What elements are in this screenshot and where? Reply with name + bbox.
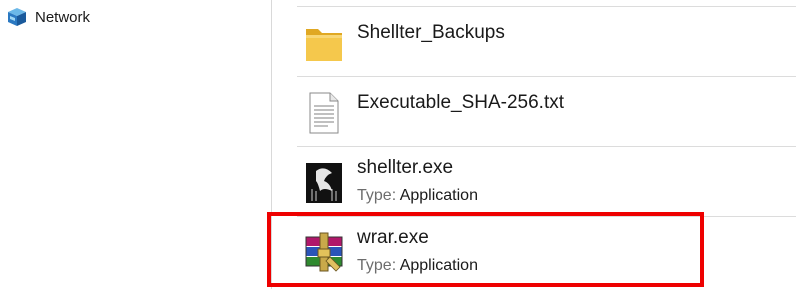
navigation-pane: Network <box>0 0 271 289</box>
file-list: Shellter_Backups Executable_SHA-256.txt <box>297 0 796 289</box>
file-type: Type: Application <box>357 187 478 204</box>
file-type: Type: Application <box>357 257 478 274</box>
file-row-shellter-exe[interactable]: shellter.exe Type: Application <box>297 146 796 217</box>
file-name: Executable_SHA-256.txt <box>357 92 565 113</box>
folder-icon <box>302 19 346 67</box>
file-row-executable-sha256[interactable]: Executable_SHA-256.txt <box>297 76 796 147</box>
file-row-wrar-exe[interactable]: wrar.exe Type: Application <box>297 216 796 287</box>
nav-item-network-label: Network <box>35 8 91 26</box>
file-name: wrar.exe <box>357 227 429 248</box>
text-file-icon <box>302 89 346 137</box>
file-name: Shellter_Backups <box>357 22 505 43</box>
file-name: shellter.exe <box>357 157 454 178</box>
pane-divider[interactable] <box>271 0 272 289</box>
file-row-shellter-backups[interactable]: Shellter_Backups <box>297 6 796 77</box>
shellter-app-icon <box>302 159 346 207</box>
network-icon <box>6 7 28 27</box>
nav-item-network[interactable]: Network <box>6 6 90 28</box>
winrar-app-icon <box>302 229 346 277</box>
